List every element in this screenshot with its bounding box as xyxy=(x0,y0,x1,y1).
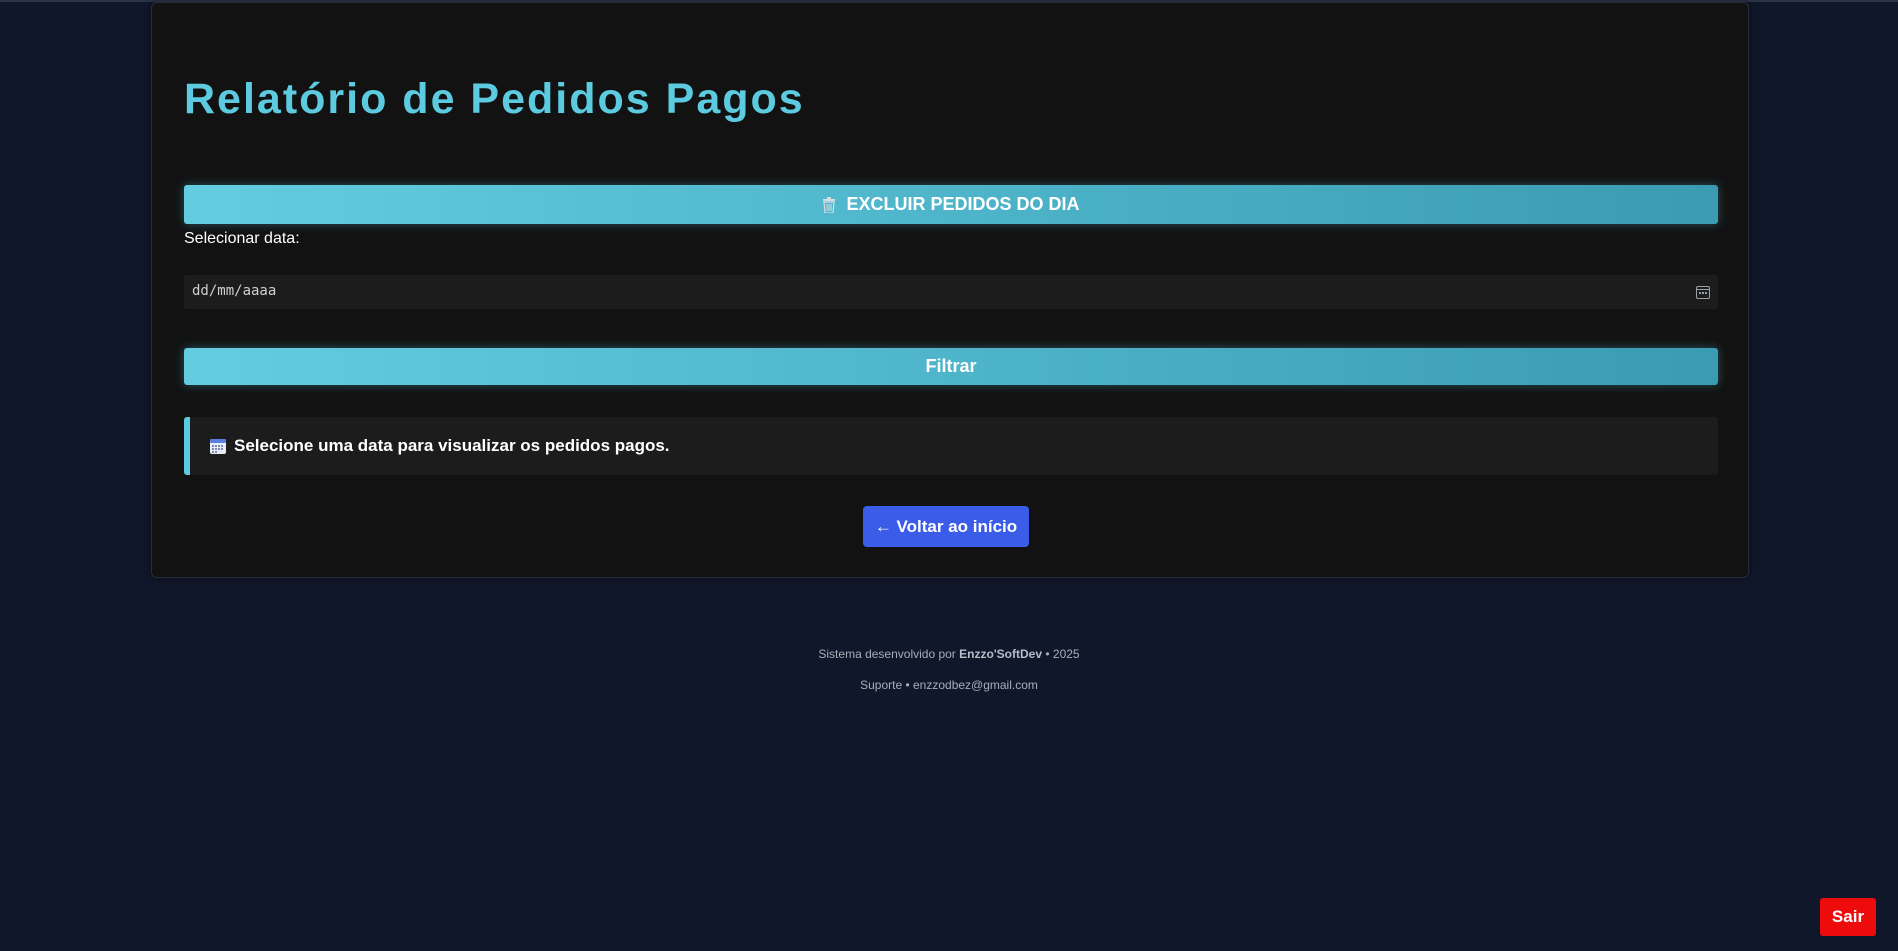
footer-prefix: Sistema desenvolvido por xyxy=(818,647,956,661)
date-input[interactable]: dd/mm/aaaa xyxy=(184,275,1718,309)
info-message-box: Selecione uma data para visualizar os pe… xyxy=(184,417,1718,475)
delete-day-orders-label: EXCLUIR PEDIDOS DO DIA xyxy=(846,194,1080,214)
calendar-picker-icon[interactable] xyxy=(1696,285,1710,299)
back-home-button[interactable]: ← Voltar ao início xyxy=(863,506,1029,547)
footer-credits: Sistema desenvolvido por Enzzo'SoftDev •… xyxy=(0,647,1898,661)
page-title: Relatório de Pedidos Pagos xyxy=(184,75,805,123)
date-placeholder: dd/mm/aaaa xyxy=(192,283,277,299)
footer-support: Suporte • enzzodbez@gmail.com xyxy=(860,678,1038,692)
logout-button[interactable]: Sair xyxy=(1820,898,1876,936)
filter-button[interactable]: Filtrar xyxy=(184,348,1718,385)
report-card: Relatório de Pedidos Pagos EXCLUIR PEDID… xyxy=(151,2,1749,578)
date-label: Selecionar data: xyxy=(184,230,300,247)
trash-icon xyxy=(823,196,836,213)
footer-developer: Enzzo'SoftDev xyxy=(959,647,1043,661)
info-message: Selecione uma data para visualizar os pe… xyxy=(234,436,670,455)
calendar-icon xyxy=(210,439,226,454)
footer-year: • 2025 xyxy=(1045,647,1080,661)
delete-day-orders-button[interactable]: EXCLUIR PEDIDOS DO DIA xyxy=(184,185,1718,224)
